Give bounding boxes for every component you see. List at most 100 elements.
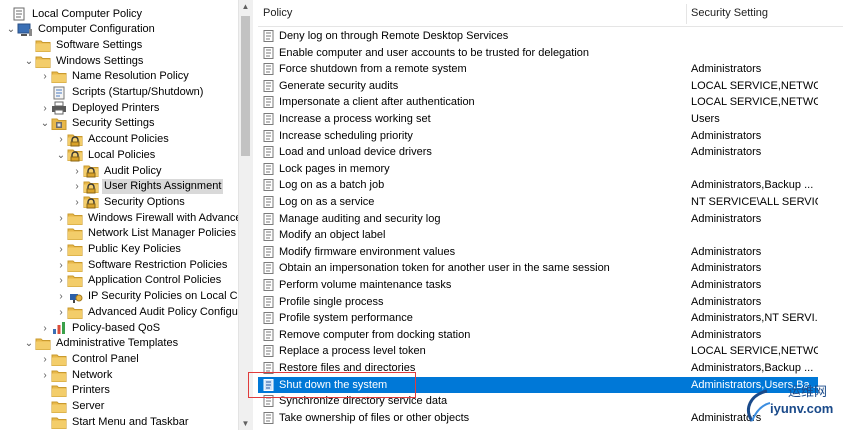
policy-row[interactable]: Force shutdown from a remote system Admin… (258, 61, 818, 77)
chevron-right-icon[interactable]: › (40, 103, 50, 114)
security-folder-icon (83, 164, 99, 178)
tree-item[interactable]: Server (0, 399, 106, 415)
tree-item[interactable]: Software Settings (0, 37, 144, 53)
policy-row[interactable]: Perform volume maintenance tasks Administ… (258, 277, 818, 293)
policy-row[interactable]: Impersonate a client after authenticatio… (258, 94, 818, 110)
tree-item[interactable]: ⌄ Computer Configuration (0, 22, 157, 38)
scroll-down-arrow-icon[interactable]: ▼ (239, 417, 252, 430)
tree-item-label: Computer Configuration (38, 23, 155, 36)
policy-row[interactable]: Obtain an impersonation token for anothe… (258, 260, 818, 276)
policy-row[interactable]: Deny log on through Remote Desktop Servi… (258, 28, 818, 44)
security-setting-value: Administrators (691, 262, 762, 275)
chevron-right-icon[interactable]: › (40, 323, 50, 334)
tree-item[interactable]: Printers (0, 383, 112, 399)
tree-item[interactable]: › Account Policies (0, 132, 171, 148)
security-setting-value: Administrators (691, 279, 762, 291)
folder-icon (67, 211, 83, 225)
chevron-down-icon[interactable]: ⌄ (24, 338, 34, 349)
tree-item[interactable]: ⌄ Windows Settings (0, 53, 145, 69)
chevron-right-icon[interactable]: › (40, 370, 50, 381)
tree-scrollbar[interactable]: ▲ ▼ (238, 0, 252, 430)
ipsec-icon (67, 290, 83, 304)
tree-item[interactable]: Scripts (Startup/Shutdown) (0, 85, 205, 101)
chevron-down-icon[interactable]: ⌄ (56, 150, 66, 161)
tree-item[interactable]: › Security Options (0, 194, 187, 210)
chevron-right-icon[interactable]: › (56, 307, 66, 318)
chevron-right-icon[interactable]: › (56, 134, 66, 145)
tree-item[interactable]: Start Menu and Taskbar (0, 414, 191, 430)
tree-item[interactable]: › Network (0, 367, 114, 383)
folder-icon (51, 70, 67, 84)
tree-item[interactable]: › User Rights Assignment (0, 179, 224, 195)
tree-item[interactable]: › Software Restriction Policies (0, 257, 229, 273)
policy-row[interactable]: Remove computer from docking station Admi… (258, 327, 818, 343)
policy-row[interactable]: Generate security audits LOCAL SERVICE,NE… (258, 78, 818, 94)
policy-name: Log on as a batch job (279, 179, 385, 192)
tree-item[interactable]: › Application Control Policies (0, 273, 223, 289)
tree-item[interactable]: › Deployed Printers (0, 100, 161, 116)
tree-item[interactable]: ⌄ Local Policies (0, 147, 157, 163)
printer-icon (51, 101, 67, 115)
tree-item-label: Application Control Policies (88, 274, 222, 287)
policy-icon (263, 262, 275, 275)
tree-item[interactable]: › Audit Policy (0, 163, 163, 179)
highlight-annotation (248, 372, 416, 398)
chevron-right-icon[interactable]: › (72, 166, 82, 177)
policy-row[interactable]: Manage auditing and security log Administ… (258, 211, 818, 227)
policy-row[interactable]: Increase scheduling priority Administrato… (258, 128, 818, 144)
policy-row[interactable]: Log on as a batch job Administrators,Back… (258, 177, 818, 193)
tree-item[interactable]: › Name Resolution Policy (0, 69, 191, 85)
policy-row[interactable]: Take ownership of files or other objects… (258, 410, 818, 426)
policy-row[interactable]: Profile single process Administrators (258, 294, 818, 310)
chevron-right-icon[interactable]: › (56, 275, 66, 286)
policy-icon (263, 113, 275, 125)
chevron-down-icon[interactable]: ⌄ (24, 56, 34, 67)
tree-item[interactable]: Network List Manager Policies (0, 226, 238, 242)
policy-row[interactable]: Increase a process working set Users (258, 111, 818, 127)
policy-row[interactable]: Replace a process level token LOCAL SERVI… (258, 343, 818, 359)
watermark-cn: 运维网 (788, 384, 828, 399)
tree-item[interactable]: › Windows Firewall with Advanced (0, 210, 250, 226)
scroll-up-arrow-icon[interactable]: ▲ (239, 0, 252, 13)
chevron-right-icon[interactable]: › (40, 71, 50, 82)
chevron-down-icon[interactable]: ⌄ (6, 24, 16, 35)
security-setting-value: Administrators (691, 245, 762, 258)
policy-name: Replace a process level token (279, 345, 426, 358)
column-header-policy[interactable]: Policy (258, 0, 688, 26)
tree-item-label: User Rights Assignment (102, 179, 224, 195)
chevron-right-icon[interactable]: › (56, 213, 66, 224)
policy-icon (263, 129, 275, 142)
chevron-right-icon[interactable]: › (56, 244, 66, 255)
chevron-down-icon[interactable]: ⌄ (40, 118, 50, 129)
chevron-right-icon[interactable]: › (56, 260, 66, 271)
policy-row[interactable]: Log on as a service NT SERVICE\ALL SERVIC… (258, 194, 818, 210)
policy-name: Obtain an impersonation token for anothe… (279, 262, 610, 275)
tree-item[interactable]: › IP Security Policies on Local Con (0, 289, 252, 305)
policy-icon (263, 30, 275, 42)
tree-item[interactable]: ⌄ Security Settings (0, 116, 157, 132)
chevron-right-icon[interactable]: › (56, 291, 66, 302)
policy-name: Force shutdown from a remote system (279, 63, 467, 76)
tree-item[interactable]: › Policy-based QoS (0, 320, 162, 336)
scrollbar-thumb[interactable] (241, 16, 250, 156)
tree-item-label: Public Key Policies (88, 243, 181, 255)
tree-item[interactable]: › Control Panel (0, 351, 141, 367)
column-header-security-setting[interactable]: Security Setting (686, 0, 841, 26)
tree-item[interactable]: › Advanced Audit Policy Configur (0, 304, 243, 320)
chevron-right-icon[interactable]: › (40, 354, 50, 365)
policy-row[interactable]: Modify an object label (258, 227, 818, 243)
policy-row[interactable]: Modify firmware environment values Admini… (258, 244, 818, 260)
policy-row[interactable]: Lock pages in memory (258, 161, 818, 177)
tree-item[interactable]: › Public Key Policies (0, 242, 183, 258)
chevron-right-icon[interactable]: › (72, 197, 82, 208)
tree-item[interactable]: Local Computer Policy (0, 6, 144, 22)
chevron-right-icon[interactable]: › (72, 181, 82, 192)
policy-icon (263, 295, 275, 308)
policy-row[interactable]: Profile system performance Administrators… (258, 310, 818, 326)
tree-item-label: Control Panel (72, 352, 139, 365)
policy-row[interactable]: Enable computer and user accounts to be … (258, 45, 818, 61)
tree-item[interactable]: ⌄ Administrative Templates (0, 336, 180, 352)
policy-row[interactable]: Load and unload device drivers Administra… (258, 144, 818, 160)
policy-icon (263, 312, 275, 325)
tree-item-label: Printers (72, 384, 110, 397)
